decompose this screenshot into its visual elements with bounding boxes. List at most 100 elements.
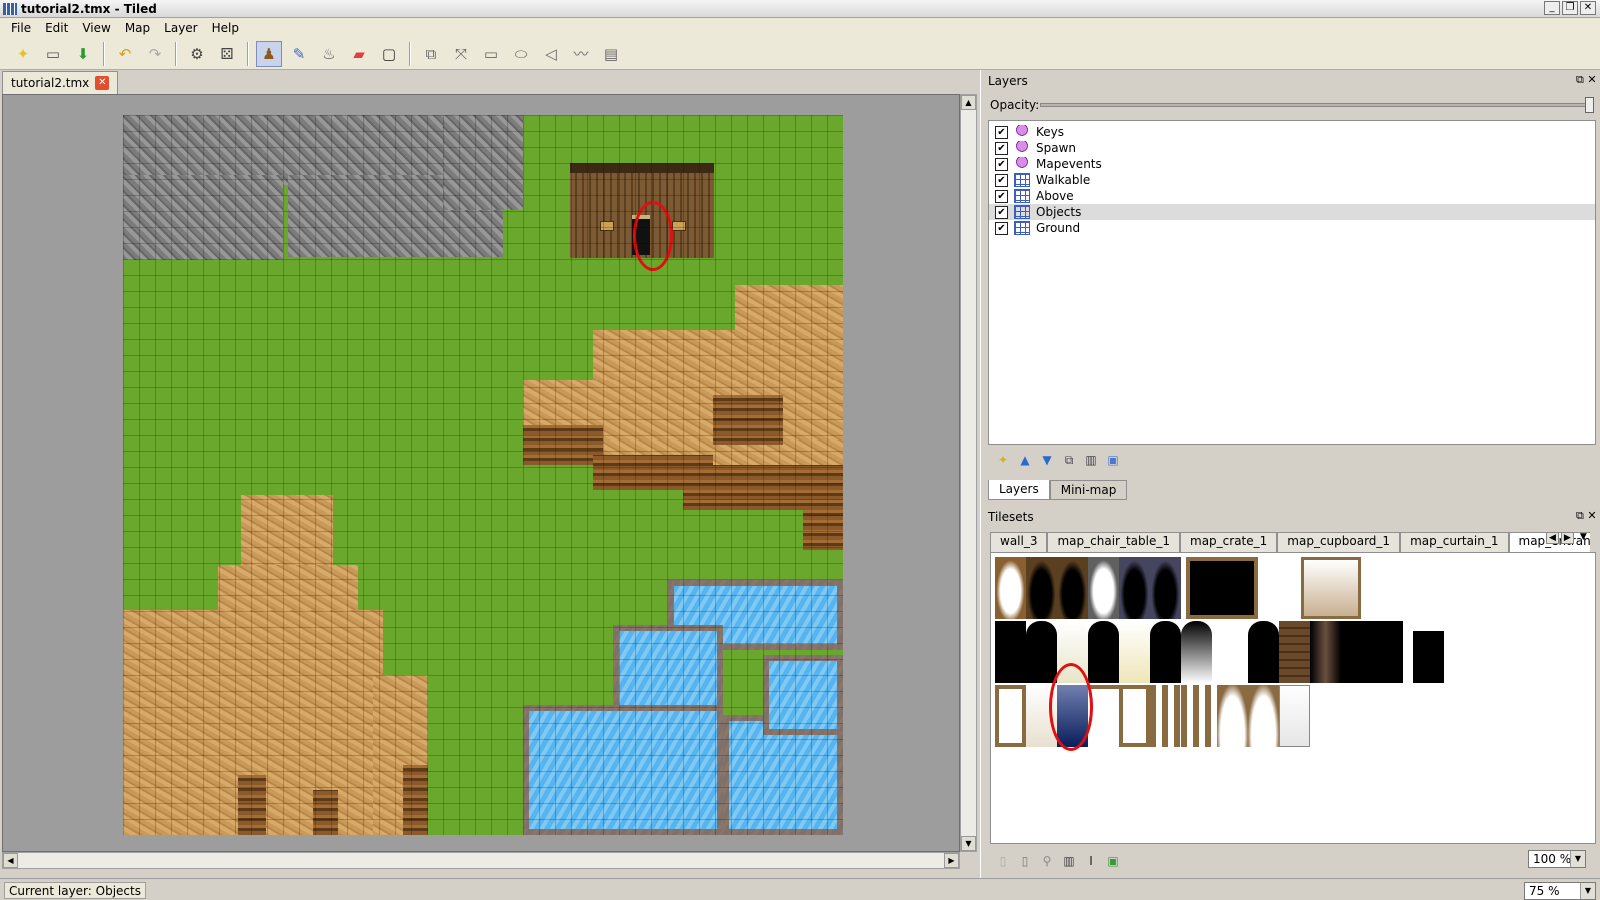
- redo-icon[interactable]: ↷: [142, 41, 168, 67]
- tileset-tab[interactable]: map_curtain_1: [1400, 532, 1509, 552]
- menu-layer[interactable]: Layer: [157, 21, 204, 35]
- tile-map[interactable]: [123, 115, 843, 835]
- random-mode-icon[interactable]: ⚙: [184, 41, 210, 67]
- tileset-tile[interactable]: [1026, 621, 1057, 683]
- tileset-tile[interactable]: [1181, 685, 1212, 747]
- insert-ellipse-icon[interactable]: ⬭: [508, 41, 534, 67]
- tileset-tile[interactable]: [1119, 557, 1150, 619]
- layer-row[interactable]: ✔ Keys: [989, 124, 1595, 140]
- chevron-down-icon[interactable]: ▼: [1570, 851, 1585, 867]
- layer-row[interactable]: ✔ Ground: [989, 220, 1595, 236]
- insert-polyline-icon[interactable]: 〰: [568, 41, 594, 67]
- chevron-down-icon[interactable]: ▼: [1580, 883, 1595, 899]
- float-icon[interactable]: ⧉: [1576, 509, 1584, 522]
- close-tab-icon[interactable]: ✕: [95, 76, 110, 90]
- layers-list[interactable]: ✔ Keys ✔ Spawn ✔ Mapevents ✔ Walkable ✔ …: [988, 120, 1596, 445]
- menu-file[interactable]: File: [4, 21, 38, 35]
- tileset-zoom-select[interactable]: 100 % ▼: [1528, 850, 1586, 868]
- tileset-tile[interactable]: [1057, 557, 1088, 619]
- tileset-tile[interactable]: [1119, 621, 1150, 683]
- tileset-tile[interactable]: [1186, 557, 1258, 619]
- insert-tile-icon[interactable]: ▤: [598, 41, 624, 67]
- tileset-tile[interactable]: [1279, 621, 1310, 683]
- insert-polygon-icon[interactable]: ◁: [538, 41, 564, 67]
- menu-map[interactable]: Map: [118, 21, 157, 35]
- tileset-tile[interactable]: [995, 557, 1026, 619]
- layer-row[interactable]: ✔ Above: [989, 188, 1595, 204]
- tileset-tab[interactable]: map_cupboard_1: [1277, 532, 1401, 552]
- tileset-tile[interactable]: [1248, 685, 1279, 747]
- remove-tileset-icon[interactable]: ▥: [1060, 852, 1078, 870]
- document-tab[interactable]: tutorial2.tmx ✕: [2, 71, 119, 94]
- layer-visibility-checkbox[interactable]: ✔: [995, 221, 1008, 235]
- menu-edit[interactable]: Edit: [38, 21, 75, 35]
- tileset-tile[interactable]: [1026, 557, 1057, 619]
- terrain-brush-icon[interactable]: ✎: [286, 41, 312, 67]
- tileset-tile[interactable]: [1181, 621, 1212, 683]
- move-layer-up-icon[interactable]: ▲: [1016, 451, 1034, 469]
- opacity-slider-handle[interactable]: [1585, 97, 1594, 113]
- import-tileset-icon[interactable]: ▯: [1016, 852, 1034, 870]
- opacity-slider[interactable]: [1040, 97, 1594, 113]
- tileset-tab[interactable]: map_chair_table_1: [1047, 532, 1180, 552]
- restore-button[interactable]: ❐: [1562, 1, 1578, 15]
- tab-scroll-right-icon[interactable]: ▶: [1560, 532, 1574, 544]
- layer-visibility-checkbox[interactable]: ✔: [995, 189, 1008, 203]
- undo-icon[interactable]: ↶: [112, 41, 138, 67]
- layer-visibility-checkbox[interactable]: ✔: [995, 157, 1008, 171]
- duplicate-layer-icon[interactable]: ⧉: [1060, 451, 1078, 469]
- minimize-button[interactable]: _: [1544, 1, 1560, 15]
- stamp-brush-icon[interactable]: ♟: [256, 40, 282, 67]
- tileset-tile[interactable]: [1372, 621, 1403, 683]
- tab-layers[interactable]: Layers: [988, 480, 1050, 500]
- add-layer-icon[interactable]: ✦: [994, 451, 1012, 469]
- rect-select-icon[interactable]: ▢: [376, 41, 402, 67]
- tileset-tab[interactable]: wall_3: [990, 532, 1048, 552]
- menu-help[interactable]: Help: [205, 21, 246, 35]
- export-tileset-icon[interactable]: ▣: [1104, 852, 1122, 870]
- layer-row-selected[interactable]: ✔ Objects: [989, 204, 1595, 220]
- close-window-button[interactable]: ✕: [1580, 1, 1596, 15]
- tileset-tile[interactable]: [1150, 557, 1181, 619]
- tileset-tile[interactable]: [1150, 621, 1181, 683]
- tileset-tile[interactable]: [1301, 557, 1361, 619]
- tileset-tile[interactable]: [995, 621, 1026, 683]
- layer-row[interactable]: ✔ Walkable: [989, 172, 1595, 188]
- scroll-left-icon[interactable]: ◀: [3, 853, 18, 868]
- map-horizontal-scrollbar[interactable]: ◀ ▶: [2, 852, 960, 869]
- tileset-tile[interactable]: [1088, 685, 1119, 747]
- tab-list-dropdown-icon[interactable]: ▼: [1576, 532, 1591, 544]
- tileset-tile[interactable]: [1341, 621, 1372, 683]
- new-map-icon[interactable]: ✦: [10, 41, 36, 67]
- map-vertical-scrollbar[interactable]: ▲ ▼: [960, 94, 977, 852]
- tab-minimap[interactable]: Mini-map: [1049, 480, 1128, 500]
- tileset-tile[interactable]: [1217, 621, 1248, 683]
- tileset-tile[interactable]: [1217, 685, 1248, 747]
- delete-layer-icon[interactable]: ▥: [1082, 451, 1100, 469]
- tab-scroll-left-icon[interactable]: ◀: [1546, 532, 1559, 544]
- tileset-tile[interactable]: [1248, 621, 1279, 683]
- layer-row[interactable]: ✔ Spawn: [989, 140, 1595, 156]
- new-tileset-icon[interactable]: ▯: [994, 852, 1012, 870]
- layer-visibility-checkbox[interactable]: ✔: [995, 173, 1008, 187]
- layer-visibility-checkbox[interactable]: ✔: [995, 205, 1008, 219]
- eraser-icon[interactable]: ▰: [346, 41, 372, 67]
- tileset-tab[interactable]: map_crate_1: [1180, 532, 1278, 552]
- close-icon[interactable]: ✕: [1587, 73, 1596, 86]
- edit-polygons-icon[interactable]: ⤧: [448, 41, 474, 67]
- map-canvas[interactable]: [2, 94, 960, 852]
- float-icon[interactable]: ⧉: [1576, 73, 1584, 86]
- move-layer-down-icon[interactable]: ▼: [1038, 451, 1056, 469]
- scroll-down-icon[interactable]: ▼: [961, 836, 976, 851]
- close-icon[interactable]: ✕: [1587, 509, 1596, 522]
- layer-visibility-checkbox[interactable]: ✔: [995, 141, 1008, 155]
- scroll-up-icon[interactable]: ▲: [961, 95, 976, 110]
- edit-terrain-icon[interactable]: ⚲: [1038, 852, 1056, 870]
- insert-rectangle-icon[interactable]: ▭: [478, 41, 504, 67]
- tileset-tile[interactable]: [1413, 631, 1444, 683]
- tileset-tile[interactable]: [995, 685, 1026, 747]
- save-icon[interactable]: ⬇: [70, 41, 96, 67]
- layer-visibility-checkbox[interactable]: ✔: [995, 125, 1008, 139]
- toggle-other-layers-icon[interactable]: ▣: [1104, 451, 1122, 469]
- tileset-tile[interactable]: [1088, 621, 1119, 683]
